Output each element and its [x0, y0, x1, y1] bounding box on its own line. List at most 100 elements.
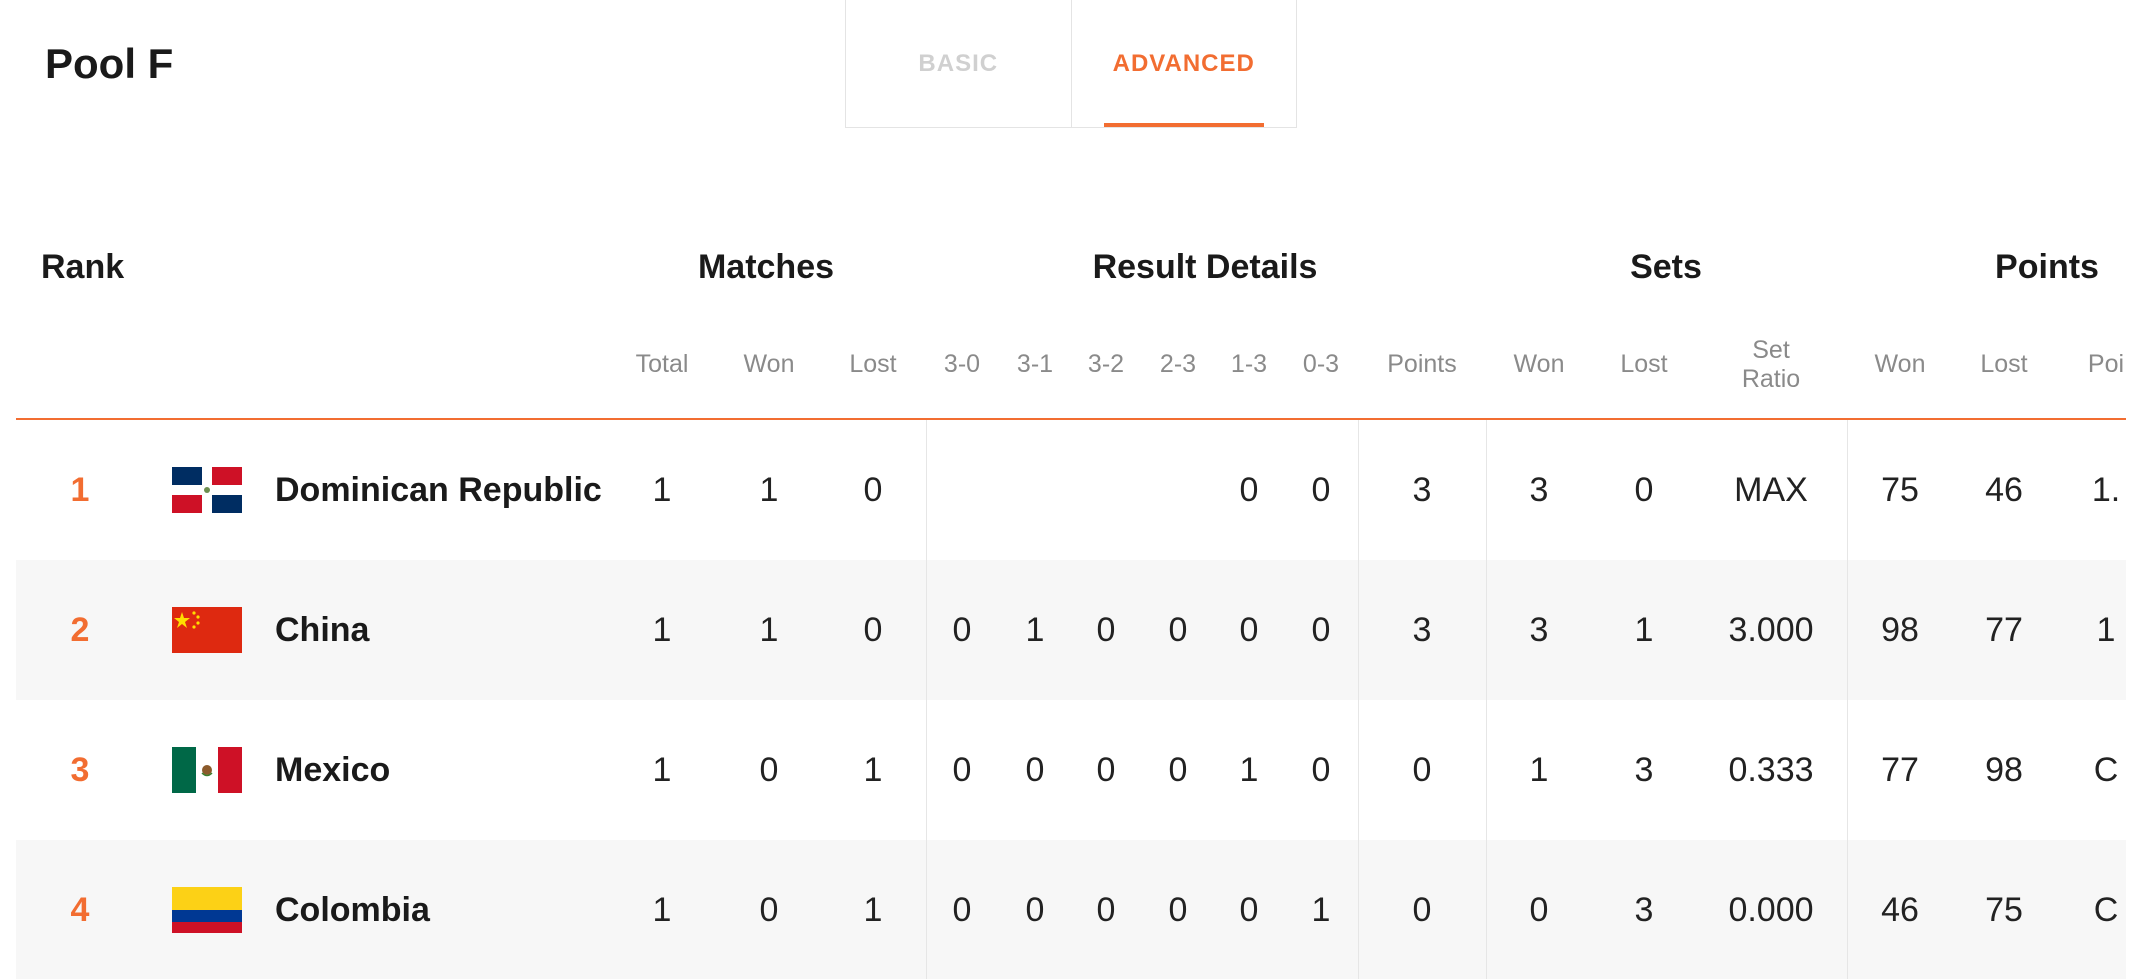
- col-header-sets-lost: Lost: [1620, 350, 1668, 378]
- cell-r03: 0: [1311, 751, 1331, 789]
- table-row[interactable]: 1 Dominican Republic 1 1 0 0 0 3 3 0 MAX 75 46 1.: [16, 420, 2126, 560]
- cell-won: 1: [759, 471, 779, 509]
- col-header-0-3: 0-3: [1302, 350, 1340, 378]
- column-divider: [1358, 420, 1359, 979]
- group-header-result-details: Result Details: [1092, 248, 1318, 286]
- cell-r23: 0: [1168, 891, 1188, 929]
- cell-lost: 0: [863, 471, 883, 509]
- col-header-points-lost: Lost: [1980, 350, 2028, 378]
- cell-pts-ratio: 1: [2096, 611, 2116, 649]
- col-header-2-3: 2-3: [1159, 350, 1197, 378]
- cell-points: 3: [1412, 471, 1432, 509]
- group-header-rank: Rank: [41, 248, 125, 286]
- cell-lost: 1: [863, 751, 883, 789]
- cell-pts-lost: 75: [1985, 891, 2023, 929]
- cell-sets-won: 1: [1529, 751, 1549, 789]
- country-name[interactable]: China: [275, 560, 369, 700]
- col-header-set-ratio-line2: Ratio: [1741, 365, 1801, 393]
- col-header-set-ratio-line1: Set: [1752, 336, 1790, 364]
- cell-lost: 1: [863, 891, 883, 929]
- col-header-3-1: 3-1: [1016, 350, 1054, 378]
- cell-r03: 1: [1311, 891, 1331, 929]
- cell-r03: 0: [1311, 471, 1331, 509]
- cell-pts-ratio: C: [2093, 891, 2119, 929]
- rank-value: 1: [70, 471, 90, 509]
- cell-r13: 0: [1239, 471, 1259, 509]
- cell-sets-won: 3: [1529, 471, 1549, 509]
- group-header-points: Points: [1995, 248, 2099, 286]
- cell-total: 1: [652, 891, 672, 929]
- col-header-lost: Lost: [849, 350, 897, 378]
- cell-pts-won: 46: [1881, 891, 1919, 929]
- cell-set-ratio: 0.333: [1728, 751, 1814, 789]
- cell-pts-won: 75: [1881, 471, 1919, 509]
- cell-sets-won: 3: [1529, 611, 1549, 649]
- china-flag: [172, 607, 242, 653]
- table-row[interactable]: 4 Colombia 1 0 1 0 0 0 0 0 1 0 0 3 0.000 46 75 C: [16, 840, 2126, 979]
- cell-sets-lost: 3: [1634, 751, 1654, 789]
- rank-value: 2: [70, 611, 90, 649]
- col-header-sets-won: Won: [1513, 350, 1565, 378]
- cell-set-ratio: MAX: [1734, 471, 1808, 509]
- cell-r31: 0: [1025, 891, 1045, 929]
- cell-r30: 0: [952, 751, 972, 789]
- cell-r32: 0: [1096, 751, 1116, 789]
- cell-r32: 0: [1096, 611, 1116, 649]
- cell-pts-ratio: C: [2093, 751, 2119, 789]
- cell-r30: 0: [952, 891, 972, 929]
- cell-pts-lost: 46: [1985, 471, 2023, 509]
- cell-sets-lost: 3: [1634, 891, 1654, 929]
- cell-total: 1: [652, 611, 672, 649]
- cell-r13: 1: [1239, 751, 1259, 789]
- cell-pts-won: 98: [1881, 611, 1919, 649]
- cell-sets-won: 0: [1529, 891, 1549, 929]
- group-header-matches: Matches: [697, 248, 835, 286]
- cell-points: 0: [1412, 751, 1432, 789]
- cell-won: 0: [759, 891, 779, 929]
- cell-r23: 0: [1168, 611, 1188, 649]
- cell-pts-won: 77: [1881, 751, 1919, 789]
- rank-value: 3: [70, 751, 90, 789]
- cell-sets-lost: 0: [1634, 471, 1654, 509]
- tab-basic[interactable]: BASIC: [846, 0, 1072, 127]
- page-title: Pool F: [45, 40, 174, 87]
- col-header-1-3: 1-3: [1230, 350, 1268, 378]
- cell-r30: 0: [952, 611, 972, 649]
- column-headers: Total Won Lost 3-0 3-1 3-2 2-3 1-3 0-3 P…: [0, 336, 2126, 400]
- colombia-flag: [172, 887, 242, 933]
- rank-value: 4: [70, 891, 90, 929]
- tab-advanced[interactable]: ADVANCED: [1072, 0, 1297, 127]
- cell-r13: 0: [1239, 611, 1259, 649]
- mexico-flag: [172, 747, 242, 793]
- view-tabs: BASIC ADVANCED: [845, 0, 1297, 128]
- cell-points: 0: [1412, 891, 1432, 929]
- cell-pts-lost: 98: [1985, 751, 2023, 789]
- standings-table: 1 Dominican Republic 1 1 0 0 0 3 3 0 MAX 75 46 1. 2 Chi…: [16, 420, 2126, 979]
- cell-set-ratio: 0.000: [1728, 891, 1814, 929]
- cell-won: 0: [759, 751, 779, 789]
- cell-won: 1: [759, 611, 779, 649]
- cell-points: 3: [1412, 611, 1432, 649]
- col-header-points-won: Won: [1874, 350, 1926, 378]
- country-name[interactable]: Mexico: [275, 700, 390, 840]
- cell-pts-lost: 77: [1985, 611, 2023, 649]
- col-header-points: Points: [1387, 350, 1457, 378]
- table-row[interactable]: 3 Mexico 1 0 1 0 0 0 0 1 0 0 1 3 0.333 77 98 C: [16, 700, 2126, 840]
- cell-r23: 0: [1168, 751, 1188, 789]
- column-divider: [926, 420, 927, 979]
- col-header-total: Total: [635, 350, 689, 378]
- cell-set-ratio: 3.000: [1728, 611, 1814, 649]
- dominican-republic-flag: [172, 467, 242, 513]
- column-divider: [1847, 420, 1848, 979]
- col-header-points-ratio: Poi: [2087, 350, 2125, 378]
- cell-lost: 0: [863, 611, 883, 649]
- col-header-set-ratio: Set Ratio: [1742, 336, 1800, 394]
- cell-r31: 1: [1025, 611, 1045, 649]
- column-divider: [1486, 420, 1487, 979]
- cell-pts-ratio: 1.: [2091, 471, 2121, 509]
- country-name[interactable]: Colombia: [275, 840, 430, 979]
- cell-sets-lost: 1: [1634, 611, 1654, 649]
- cell-r13: 0: [1239, 891, 1259, 929]
- country-name[interactable]: Dominican Republic: [275, 420, 602, 560]
- table-row[interactable]: 2 China 1 1 0 0 1 0 0 0 0 3 3 1 3.000 98 77 1: [16, 560, 2126, 700]
